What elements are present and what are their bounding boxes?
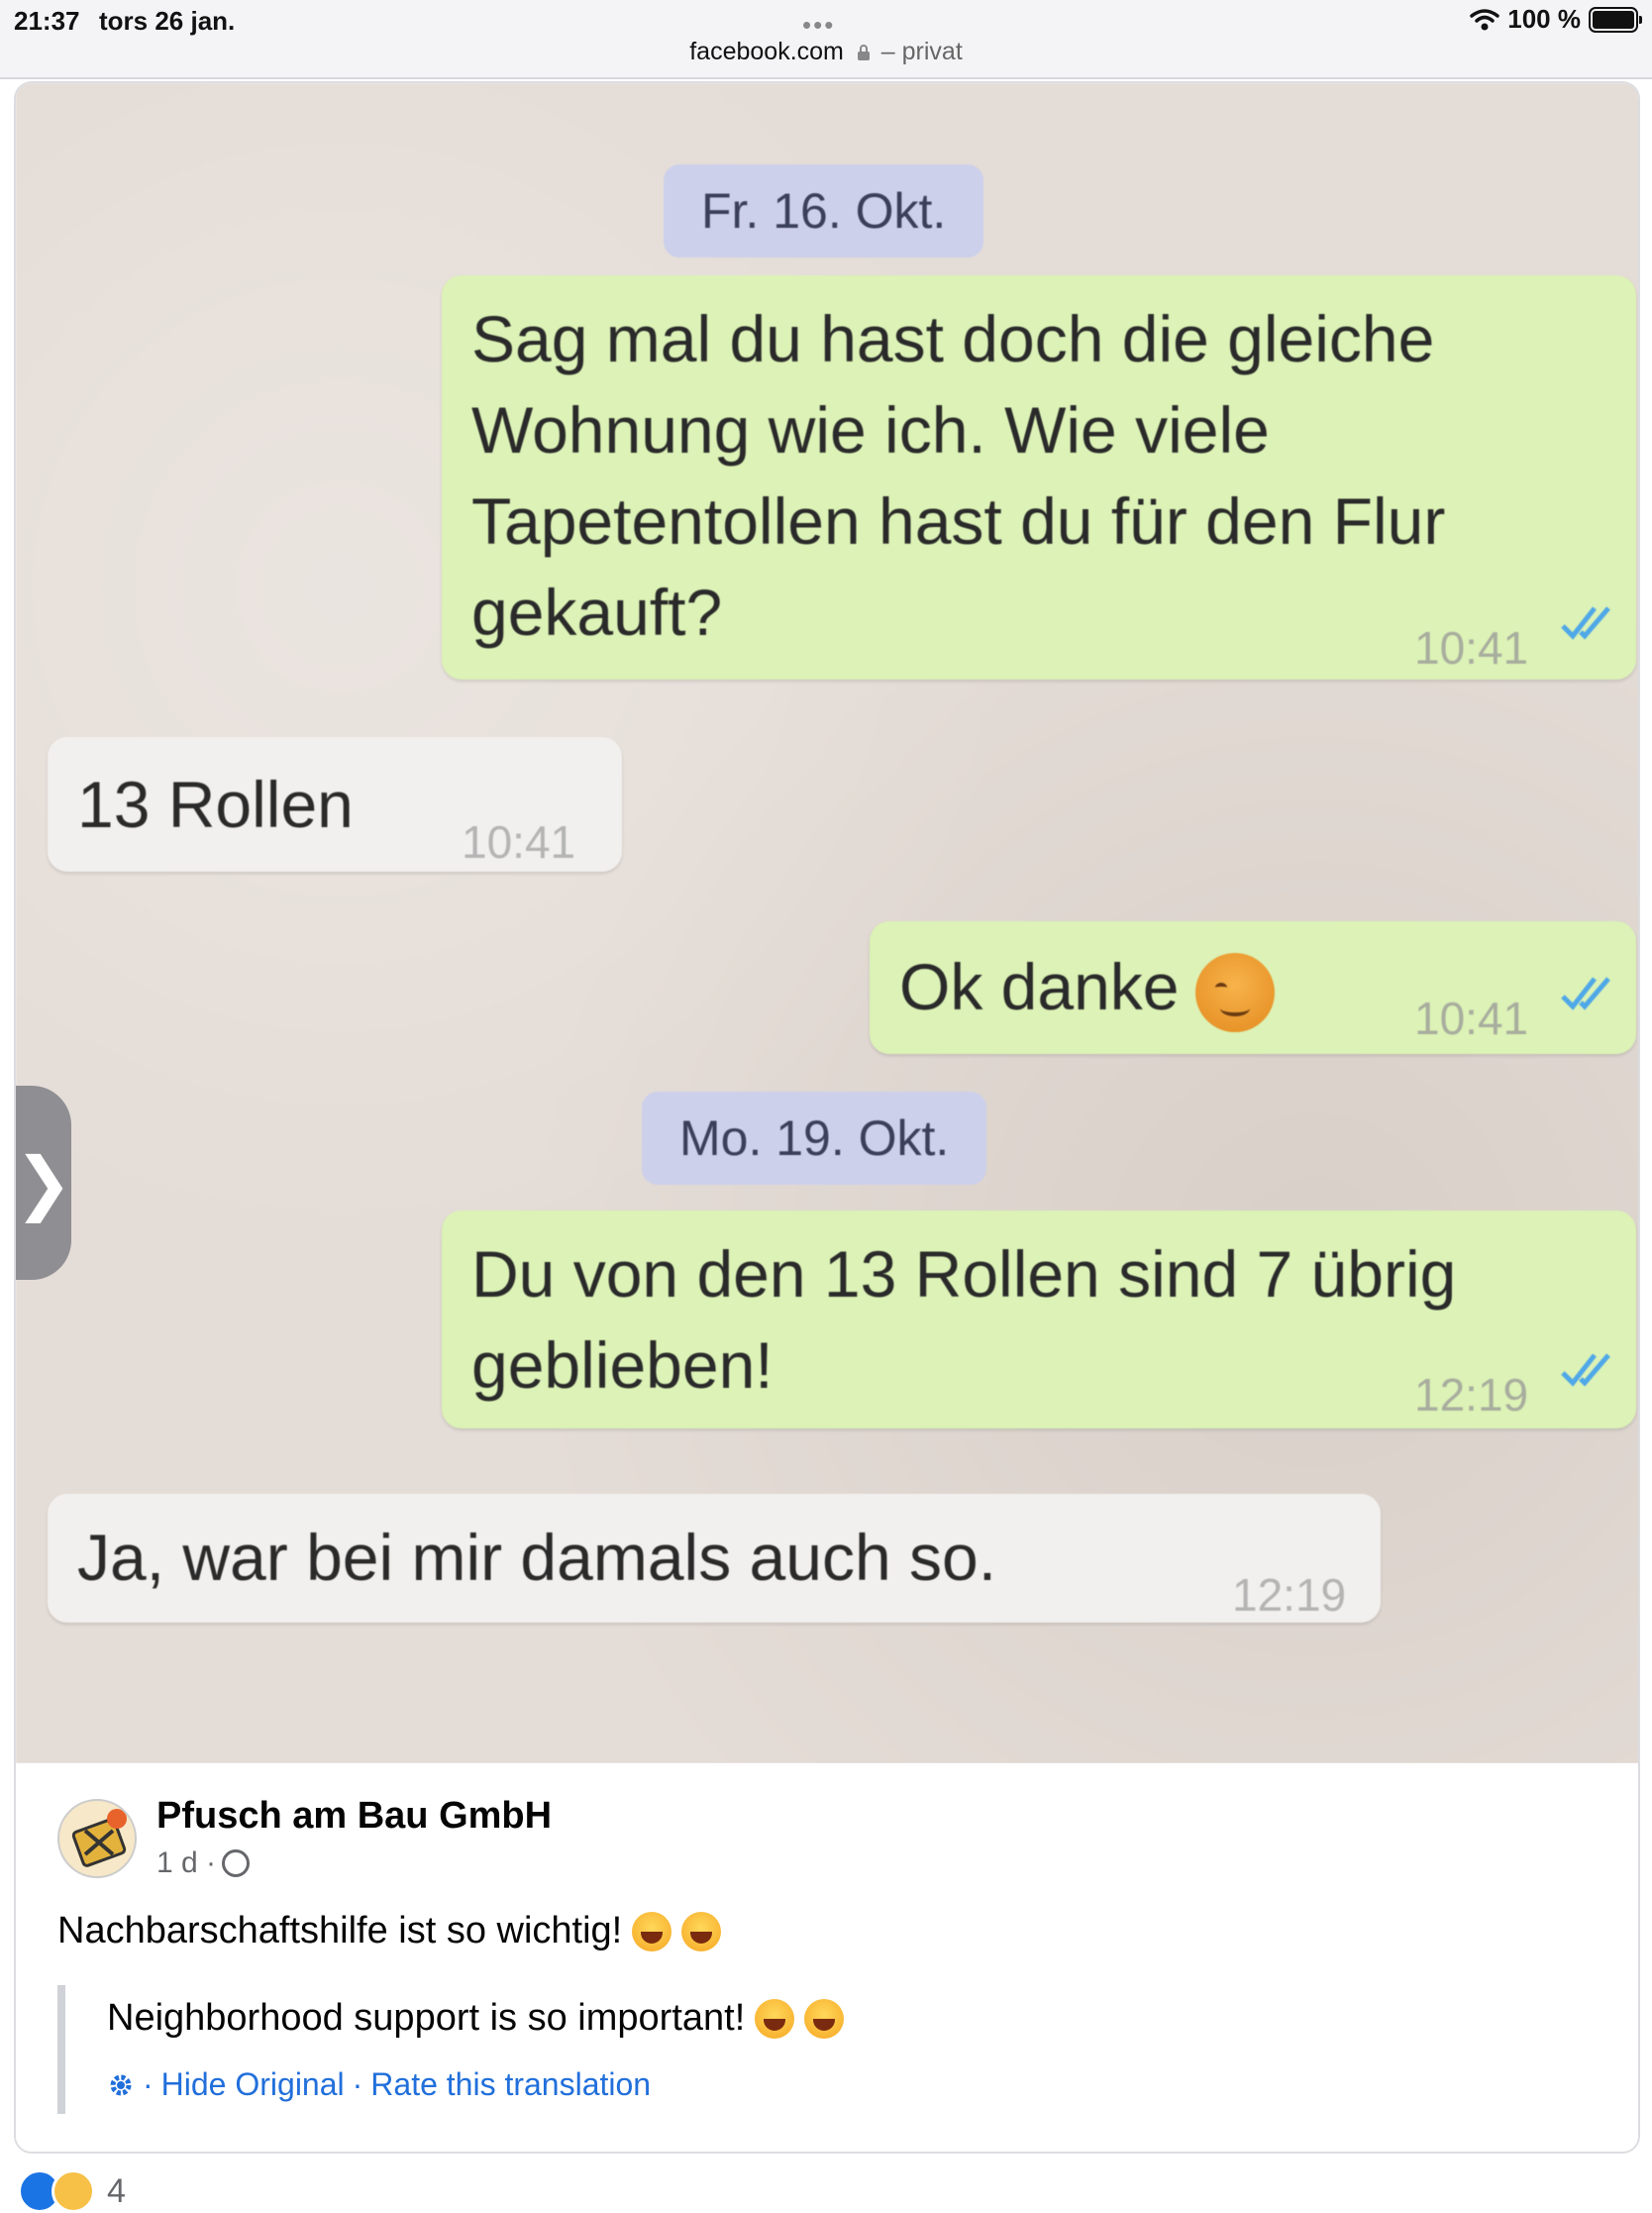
laughing-emoji-icon xyxy=(681,1911,722,1951)
construction-logo-icon xyxy=(71,1809,127,1867)
link-separator: · xyxy=(352,2066,363,2102)
lock-icon xyxy=(857,45,870,60)
read-ticks-icon xyxy=(1561,606,1610,640)
haha-reaction-icon xyxy=(52,2169,95,2213)
globe-icon xyxy=(222,1849,251,1877)
address-bar[interactable]: facebook.com – privat xyxy=(0,38,1652,66)
message-time: 10:41 xyxy=(1414,622,1529,674)
message-text: Ok danke xyxy=(899,941,1275,1032)
reaction-count: 4 xyxy=(107,2171,126,2210)
laughing-emoji-icon xyxy=(755,1998,795,2039)
post-body: Pfusch am Bau GmbH 1 d · Nachbarschaftsh… xyxy=(16,1763,1638,2152)
message-text: Sag mal du hast doch die gleiche Wohnung… xyxy=(471,302,1446,649)
message-time: 12:19 xyxy=(1414,1369,1529,1421)
message-bubble-outgoing: Du von den 13 Rollen sind 7 übrig geblie… xyxy=(442,1211,1636,1428)
status-bar: 21:37 tors 26 jan. ••• facebook.com – pr… xyxy=(0,0,1652,79)
message-time: 10:41 xyxy=(462,816,576,868)
translated-text: Neighborhood support is so important! xyxy=(107,1997,845,2040)
hide-original-link[interactable]: Hide Original xyxy=(161,2066,345,2103)
read-ticks-icon xyxy=(1561,977,1610,1010)
rate-translation-link[interactable]: Rate this translation xyxy=(370,2066,651,2103)
post-meta: 1 d · xyxy=(156,1846,251,1880)
status-date: tors 26 jan. xyxy=(99,6,236,36)
message-bubble-outgoing: Ok danke 10:41 xyxy=(870,921,1636,1054)
message-bubble-incoming: 13 Rollen 10:41 xyxy=(48,737,622,872)
date-divider: Mo. 19. Okt. xyxy=(642,1092,987,1185)
gear-icon[interactable] xyxy=(107,2071,135,2099)
wifi-icon xyxy=(1470,8,1500,30)
date-divider: Fr. 16. Okt. xyxy=(664,164,984,258)
post-age[interactable]: 1 d · xyxy=(156,1846,216,1880)
message-bubble-outgoing: Sag mal du hast doch die gleiche Wohnung… xyxy=(442,275,1636,680)
smiling-face-emoji-icon xyxy=(1194,952,1275,1032)
post-author[interactable]: Pfusch am Bau GmbH xyxy=(156,1795,552,1838)
avatar[interactable] xyxy=(57,1799,137,1878)
chevron-right-icon: ❯ xyxy=(14,1144,73,1221)
message-time: 10:41 xyxy=(1414,993,1529,1044)
translation-divider xyxy=(57,1985,65,2114)
message-bubble-incoming: Ja, war bei mir damals auch so. 12:19 xyxy=(48,1494,1381,1623)
laughing-emoji-icon xyxy=(632,1911,672,1951)
post-image-chat[interactable]: Fr. 16. Okt. Sag mal du hast doch die gl… xyxy=(16,83,1638,1763)
read-ticks-icon xyxy=(1561,1353,1610,1387)
post-card: Fr. 16. Okt. Sag mal du hast doch die gl… xyxy=(14,81,1640,2154)
privacy-label: – privat xyxy=(880,38,963,65)
message-text: Du von den 13 Rollen sind 7 übrig geblie… xyxy=(471,1237,1457,1402)
url-text: facebook.com xyxy=(689,38,844,65)
sidebar-handle[interactable]: ❯ xyxy=(14,1086,73,1280)
message-time: 12:19 xyxy=(1232,1569,1347,1621)
message-text: Ja, war bei mir damals auch so. xyxy=(77,1521,997,1594)
reactions-summary[interactable]: 4 xyxy=(18,2169,126,2213)
battery-percent: 100 % xyxy=(1507,4,1581,34)
message-text: 13 Rollen xyxy=(77,768,354,841)
battery-icon xyxy=(1589,6,1642,33)
laughing-emoji-icon xyxy=(804,1998,845,2039)
post-text: Nachbarschaftshilfe ist so wichtig! xyxy=(57,1910,722,1952)
translation-links: · Hide Original · Rate this translation xyxy=(107,2066,651,2103)
multitask-dots-icon[interactable]: ••• xyxy=(802,10,835,41)
link-separator: · xyxy=(143,2066,154,2102)
status-time: 21:37 xyxy=(14,6,80,36)
